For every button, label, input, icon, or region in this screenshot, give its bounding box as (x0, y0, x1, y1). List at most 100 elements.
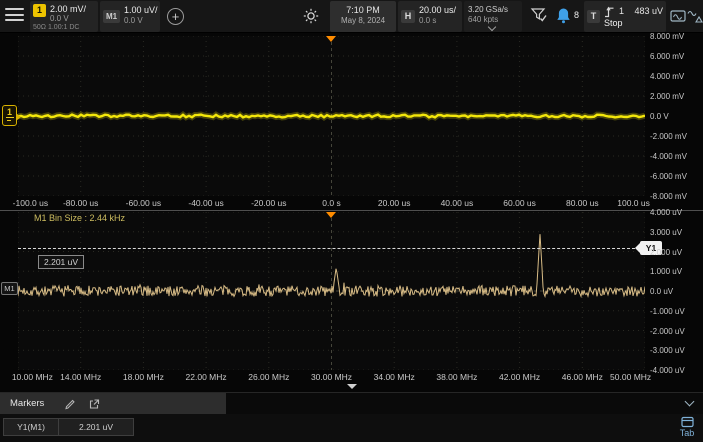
scope-grid (18, 36, 645, 196)
open-in-new-icon[interactable] (88, 398, 100, 410)
fft-x-tick-label: 26.00 MHz (248, 372, 289, 382)
scope-x-tick-label: -40.00 us (188, 198, 223, 208)
horizontal-timebase: 20.00 us/ (419, 5, 456, 15)
channel1-ground-marker[interactable]: 1 (2, 105, 17, 126)
sample-rate: 3.20 GSa/s (468, 5, 508, 14)
horizontal-button[interactable]: H 20.00 us/ 0.0 s (398, 1, 462, 32)
scope-y-tick-label: 0.0 V (650, 112, 669, 121)
tab-icon (681, 416, 694, 428)
fft-x-tick-label: 14.00 MHz (60, 372, 101, 382)
scope-y-tick-label: 8.000 mV (650, 32, 684, 41)
fft-y-tick-label: -2.000 uV (650, 327, 685, 336)
trigger-badge: T (587, 10, 600, 23)
fft-y-tick-label: -3.000 uV (650, 346, 685, 355)
scope-x-tick-label: -60.00 us (126, 198, 161, 208)
scope-y-tick-label: -6.000 mV (650, 172, 687, 181)
display-settings-icon[interactable] (670, 9, 686, 24)
scope-x-tick-label: 40.00 us (441, 198, 474, 208)
y1-marker-line[interactable] (18, 248, 640, 249)
fft-x-tick-label: 46.00 MHz (562, 372, 603, 382)
scope-y-tick-label: -4.000 mV (650, 152, 687, 161)
fft-grid (18, 212, 645, 370)
clock-date: May 8, 2024 (330, 16, 396, 25)
channel1-button[interactable]: 1 2.00 mV/ 0.0 V 50Ω 1.00:1 DC (30, 1, 98, 32)
chevron-down-icon (684, 397, 694, 407)
fft-source-badge[interactable]: M1 (1, 282, 18, 295)
fft-x-tick-label: 50.00 MHz (610, 372, 651, 382)
trigger-level: 483 uV (634, 6, 663, 16)
marker-result-name: Y1(M1) (3, 418, 59, 436)
waveform-measure-icon[interactable] (687, 9, 703, 24)
fft-x-tick-label: 10.00 MHz (12, 372, 53, 382)
bottom-panel-bar: Markers (0, 392, 703, 414)
channel1-scale: 2.00 mV/ (50, 4, 86, 14)
fft-x-tick-label: 34.00 MHz (374, 372, 415, 382)
scope-x-tick-label: 100.0 us (617, 198, 650, 208)
chevron-down-icon (347, 384, 357, 389)
marker-value-readout[interactable]: 2.201 uV (38, 255, 84, 269)
marker-results-row: Y1(M1) 2.201 uV Tab (0, 414, 703, 442)
markers-panel-title: Markers (10, 398, 44, 409)
fft-y-tick-label: 4.000 uV (650, 208, 682, 217)
clock-time: 7:10 PM (330, 5, 396, 15)
channel1-ground-label: 1 (3, 107, 16, 117)
fft-x-tick-label: 22.00 MHz (186, 372, 227, 382)
trigger-run-state: Stop (604, 18, 623, 28)
scope-x-tick-label: 20.00 us (378, 198, 411, 208)
scope-x-tick-label: 80.00 us (566, 198, 599, 208)
math1-offset: 0.0 V (124, 16, 143, 25)
clock-button[interactable]: 7:10 PM May 8, 2024 (330, 1, 396, 32)
panel-chevron-button[interactable] (682, 397, 696, 411)
memory-depth: 640 kpts (468, 15, 498, 24)
notification-count: 8 (574, 10, 579, 20)
fft-y-tick-label: 3.000 uV (650, 228, 682, 237)
fft-y-tick-label: -1.000 uV (650, 307, 685, 316)
menu-icon[interactable] (5, 8, 24, 24)
horizontal-delay: 0.0 s (419, 16, 436, 25)
top-bar: 1 2.00 mV/ 0.0 V 50Ω 1.00:1 DC M1 1.00 u… (0, 0, 703, 33)
fft-x-tick-label: 18.00 MHz (123, 372, 164, 382)
fft-x-tick-label: 30.00 MHz (311, 372, 352, 382)
time-reference-marker[interactable] (326, 36, 336, 42)
scope-x-tick-label: 0.0 s (322, 198, 340, 208)
ground-symbol-icon (6, 117, 14, 122)
math1-scale: 1.00 uV/ (124, 5, 158, 15)
edit-icon[interactable] (64, 398, 76, 410)
fft-y-tick-label: 1.000 uV (650, 267, 682, 276)
math1-badge: M1 (103, 10, 120, 23)
fft-reference-marker[interactable] (326, 212, 336, 218)
fft-x-tick-label: 42.00 MHz (499, 372, 540, 382)
oscilloscope-screen: 1 2.00 mV/ 0.0 V 50Ω 1.00:1 DC M1 1.00 u… (0, 0, 703, 442)
horizontal-badge: H (401, 10, 415, 23)
scope-y-tick-label: 2.000 mV (650, 92, 684, 101)
scope-y-tick-label: 6.000 mV (650, 52, 684, 61)
trigger-edge-icon (604, 6, 615, 18)
scope-y-tick-label: 4.000 mV (650, 72, 684, 81)
fft-plot[interactable]: M1 Bin Size : 2.44 kHz Y1 2.201 uV M1 (18, 212, 645, 370)
math1-button[interactable]: M1 1.00 uV/ 0.0 V (100, 1, 160, 32)
channel1-offset: 0.0 V (50, 14, 69, 23)
fft-y-tick-label: -4.000 uV (650, 366, 685, 375)
scope-y-tick-label: -2.000 mV (650, 132, 687, 141)
add-waveform-icon[interactable]: + (167, 8, 184, 25)
acquisition-button[interactable]: 3.20 GSa/s 640 kpts (464, 1, 522, 32)
fft-y-tick-label: 2.000 uV (650, 248, 682, 257)
channel1-coupling: 50Ω 1.00:1 DC (33, 24, 79, 31)
scope-x-tick-label: -20.00 us (251, 198, 286, 208)
filter-icon[interactable] (530, 6, 548, 24)
scope-plot[interactable]: 1 (18, 36, 645, 196)
tab-button-label: Tab (680, 428, 695, 438)
scope-x-tick-label: -100.0 us (13, 198, 48, 208)
trigger-button[interactable]: T 1 483 uV Stop (584, 1, 666, 32)
chevron-down-icon (488, 23, 496, 31)
fft-y-tick-label: 0.0 uV (650, 287, 673, 296)
scope-x-tick-label: -80.00 us (63, 198, 98, 208)
brightness-icon[interactable] (303, 8, 319, 24)
channel1-badge: 1 (33, 4, 46, 17)
fft-bin-size-annotation: M1 Bin Size : 2.44 kHz (34, 213, 125, 223)
tab-button[interactable]: Tab (673, 415, 701, 442)
bell-icon[interactable] (556, 7, 571, 24)
markers-panel-tab[interactable]: Markers (0, 393, 226, 415)
trigger-source: 1 (619, 6, 624, 16)
collapse-panel-button[interactable] (326, 381, 378, 392)
